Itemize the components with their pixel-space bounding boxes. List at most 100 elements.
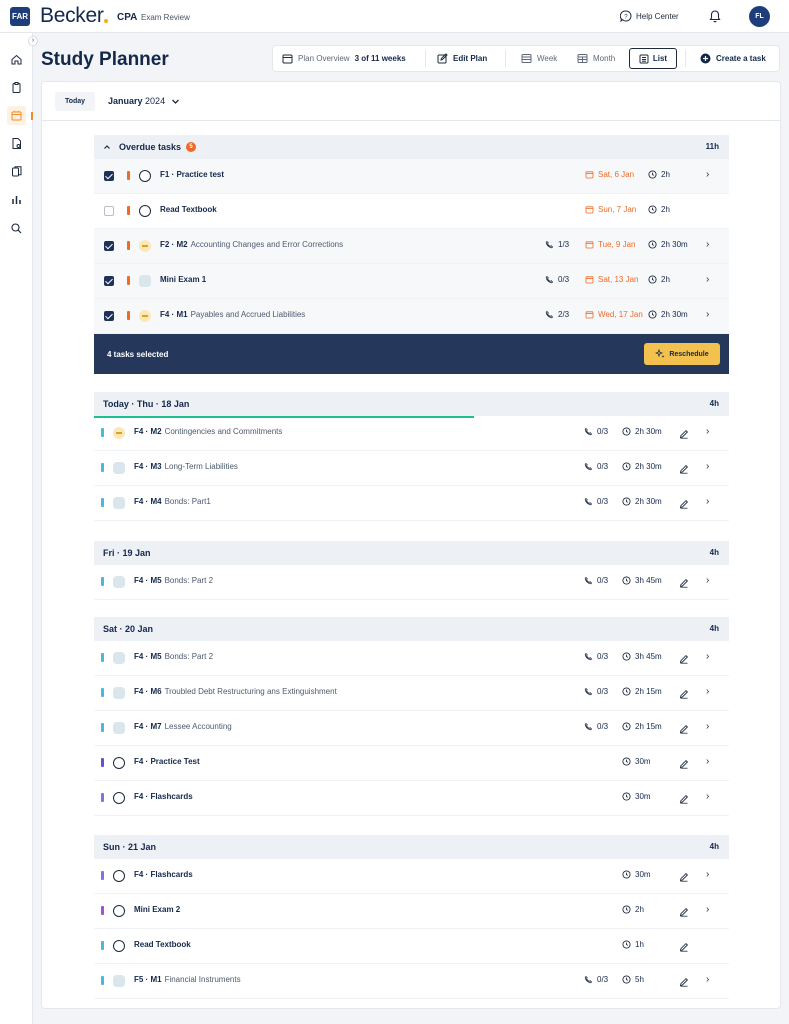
task-row[interactable]: F4 · M7 Lessee Accounting 0/3 2h 15m › — [94, 711, 729, 746]
task-row[interactable]: F4 · M6 Troubled Debt Restructuring ans E… — [94, 676, 729, 711]
chevron-up-icon[interactable] — [103, 143, 111, 151]
task-checkbox[interactable] — [104, 206, 114, 216]
task-row[interactable]: F4 · M5 Bonds: Part 2 0/3 3h 45m › — [94, 641, 729, 676]
edit-task-button[interactable] — [679, 651, 689, 664]
task-title[interactable]: F4 · M5 Bonds: Part 2 — [134, 652, 213, 661]
in-progress-icon[interactable] — [139, 310, 151, 322]
plan-overview-button[interactable]: Plan Overview 3 of 11 weeks — [282, 46, 406, 71]
module-status-icon[interactable] — [113, 975, 125, 987]
chevron-right-icon[interactable]: › — [706, 169, 709, 180]
overdue-header[interactable]: Overdue tasks 5 11h — [94, 135, 729, 159]
search-icon[interactable] — [10, 222, 23, 235]
today-button[interactable]: Today — [55, 92, 95, 111]
edit-task-button[interactable] — [679, 496, 689, 509]
task-title[interactable]: F4 · M7 Lessee Accounting — [134, 722, 232, 731]
task-title[interactable]: F4 · Flashcards — [134, 870, 196, 879]
task-checkbox[interactable] — [104, 241, 114, 251]
module-status-icon[interactable] — [113, 652, 125, 664]
chevron-right-icon[interactable]: › — [706, 686, 709, 697]
task-checkbox[interactable] — [104, 311, 114, 321]
in-progress-icon[interactable] — [113, 427, 125, 439]
edit-task-button[interactable] — [679, 686, 689, 699]
task-row[interactable]: F5 · M1 Financial Instruments 0/3 5h › — [94, 964, 729, 999]
task-title[interactable]: Read Textbook — [160, 205, 220, 214]
task-row[interactable]: F4 · M4 Bonds: Part1 0/3 2h 30m › — [94, 486, 729, 521]
task-title[interactable]: F4 · M3 Long-Term Liabilities — [134, 462, 238, 471]
edit-task-button[interactable] — [679, 575, 689, 588]
bell-icon[interactable] — [708, 9, 722, 23]
task-row[interactable]: F4 · M2 Contingencies and Commitments 0/3 2… — [94, 416, 729, 451]
task-status-circle-icon[interactable] — [139, 170, 151, 182]
chevron-right-icon[interactable]: › — [706, 974, 709, 985]
chevron-right-icon[interactable]: › — [706, 651, 709, 662]
month-selector[interactable]: January 2024 — [108, 96, 180, 106]
task-row[interactable]: F4 · M5 Bonds: Part 2 0/3 3h 45m › — [94, 565, 729, 600]
edit-task-button[interactable] — [679, 461, 689, 474]
task-checkbox[interactable] — [104, 276, 114, 286]
chevron-right-icon[interactable]: › — [706, 239, 709, 250]
task-row[interactable]: F4 · M3 Long-Term Liabilities 0/3 2h 30m › — [94, 451, 729, 486]
task-title[interactable]: Mini Exam 1 — [160, 275, 209, 284]
edit-task-button[interactable] — [679, 869, 689, 882]
module-status-icon[interactable] — [113, 462, 125, 474]
help-center-link[interactable]: ? Help Center — [620, 10, 679, 22]
edit-task-button[interactable] — [679, 939, 689, 952]
edit-plan-button[interactable]: Edit Plan — [437, 46, 487, 71]
create-task-button[interactable]: Create a task — [700, 46, 766, 71]
edit-task-button[interactable] — [679, 791, 689, 804]
task-title[interactable]: F4 · M6 Troubled Debt Restructuring ans E… — [134, 687, 337, 696]
chevron-right-icon[interactable]: › — [706, 904, 709, 915]
overdue-task-row[interactable]: F4 · M1 Payables and Accrued Liabilities 2… — [94, 299, 729, 334]
task-status-circle-icon[interactable] — [139, 205, 151, 217]
home-icon[interactable] — [10, 53, 23, 66]
task-title[interactable]: Mini Exam 2 — [134, 905, 183, 914]
bar-chart-icon[interactable] — [10, 193, 23, 206]
module-status-icon[interactable] — [139, 275, 151, 287]
task-title[interactable]: F4 · M2 Contingencies and Commitments — [134, 427, 282, 436]
edit-task-button[interactable] — [679, 721, 689, 734]
chevron-right-icon[interactable]: › — [706, 309, 709, 320]
calendar-icon[interactable] — [10, 109, 23, 122]
task-title[interactable]: F4 · M5 Bonds: Part 2 — [134, 576, 213, 585]
chevron-right-icon[interactable]: › — [706, 721, 709, 732]
task-title[interactable]: F4 · M4 Bonds: Part1 — [134, 497, 211, 506]
edit-task-button[interactable] — [679, 904, 689, 917]
task-checkbox[interactable] — [104, 171, 114, 181]
in-progress-icon[interactable] — [139, 240, 151, 252]
module-status-icon[interactable] — [113, 722, 125, 734]
task-status-circle-icon[interactable] — [113, 940, 125, 952]
document-icon[interactable] — [10, 137, 23, 150]
becker-logo[interactable]: Becker — [40, 4, 104, 28]
task-title[interactable]: F4 · Practice Test — [134, 757, 203, 766]
edit-task-button[interactable] — [679, 974, 689, 987]
module-status-icon[interactable] — [113, 497, 125, 509]
chevron-right-icon[interactable]: › — [706, 274, 709, 285]
task-status-circle-icon[interactable] — [113, 870, 125, 882]
overdue-task-row[interactable]: F2 · M2 Accounting Changes and Error Corr… — [94, 229, 729, 264]
chevron-right-icon[interactable]: › — [706, 869, 709, 880]
chevron-right-icon[interactable]: › — [706, 461, 709, 472]
task-title[interactable]: F4 · Flashcards — [134, 792, 196, 801]
overdue-task-row[interactable]: Read Textbook Sun, 7 Jan 2h — [94, 194, 729, 229]
task-title[interactable]: Read Textbook — [134, 940, 194, 949]
overdue-task-row[interactable]: F1 · Practice test Sat, 6 Jan 2h › — [94, 159, 729, 194]
task-status-circle-icon[interactable] — [113, 792, 125, 804]
module-status-icon[interactable] — [113, 687, 125, 699]
task-title[interactable]: F5 · M1 Financial Instruments — [134, 975, 241, 984]
chevron-right-icon[interactable]: › — [706, 575, 709, 586]
task-status-circle-icon[interactable] — [113, 905, 125, 917]
task-title[interactable]: F4 · M1 Payables and Accrued Liabilities — [160, 310, 305, 319]
chevron-right-icon[interactable]: › — [706, 756, 709, 767]
clipboard-icon[interactable] — [10, 81, 23, 94]
task-title[interactable]: F1 · Practice test — [160, 170, 227, 179]
module-status-icon[interactable] — [113, 576, 125, 588]
overdue-task-row[interactable]: Mini Exam 1 0/3 Sat, 13 Jan 2h › — [94, 264, 729, 299]
task-row[interactable]: Read Textbook 1h — [94, 929, 729, 964]
reschedule-button[interactable]: Reschedule — [644, 343, 720, 365]
chevron-right-icon[interactable]: › — [706, 496, 709, 507]
edit-task-button[interactable] — [679, 426, 689, 439]
list-view-button[interactable]: List — [629, 48, 677, 69]
task-status-circle-icon[interactable] — [113, 757, 125, 769]
task-row[interactable]: F4 · Flashcards 30m › — [94, 859, 729, 894]
chevron-right-icon[interactable]: › — [706, 426, 709, 437]
